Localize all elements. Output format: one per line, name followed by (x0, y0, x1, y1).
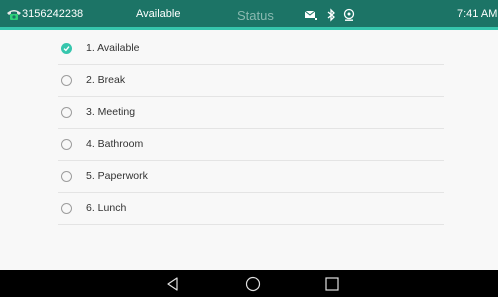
radio-checked-icon[interactable] (61, 43, 72, 54)
radio-unchecked-icon[interactable] (61, 203, 72, 214)
clock: 7:41 AM (457, 8, 498, 20)
status-option-label: 5. Paperwork (86, 170, 148, 182)
current-status-label[interactable]: Available (136, 8, 180, 21)
status-option-label: 2. Break (86, 74, 126, 86)
recents-icon[interactable] (324, 276, 340, 292)
status-option-label: 3. Meeting (86, 106, 136, 118)
mail-icon[interactable] (304, 8, 318, 22)
status-option-label: 6. Lunch (86, 202, 127, 214)
radio-unchecked-icon[interactable] (61, 107, 72, 118)
voicemail-icon[interactable] (342, 8, 356, 22)
status-options-list: 1. Available 2. Break 3. Meeting 4. Bathroo… (58, 33, 444, 225)
status-option-label: 4. Bathroom (86, 138, 144, 150)
bluetooth-icon (327, 8, 335, 22)
status-option-row[interactable]: 6. Lunch (58, 193, 444, 225)
status-option-row[interactable]: 2. Break (58, 65, 444, 97)
page-title: Status (237, 8, 274, 23)
navigation-bar (0, 270, 498, 297)
status-option-row[interactable]: 3. Meeting (58, 97, 444, 129)
status-option-label: 1. Available (86, 42, 140, 54)
status-bar: 3156242238 Available Status 7:41 AM (0, 0, 498, 30)
home-icon[interactable] (245, 276, 261, 292)
status-option-row[interactable]: 5. Paperwork (58, 161, 444, 193)
radio-unchecked-icon[interactable] (61, 139, 72, 150)
account-number[interactable]: 3156242238 (22, 8, 83, 21)
status-option-row[interactable]: 4. Bathroom (58, 129, 444, 161)
back-icon[interactable] (165, 276, 181, 292)
phone-icon[interactable] (6, 8, 22, 21)
radio-unchecked-icon[interactable] (61, 75, 72, 86)
radio-unchecked-icon[interactable] (61, 171, 72, 182)
status-option-row[interactable]: 1. Available (58, 33, 444, 65)
